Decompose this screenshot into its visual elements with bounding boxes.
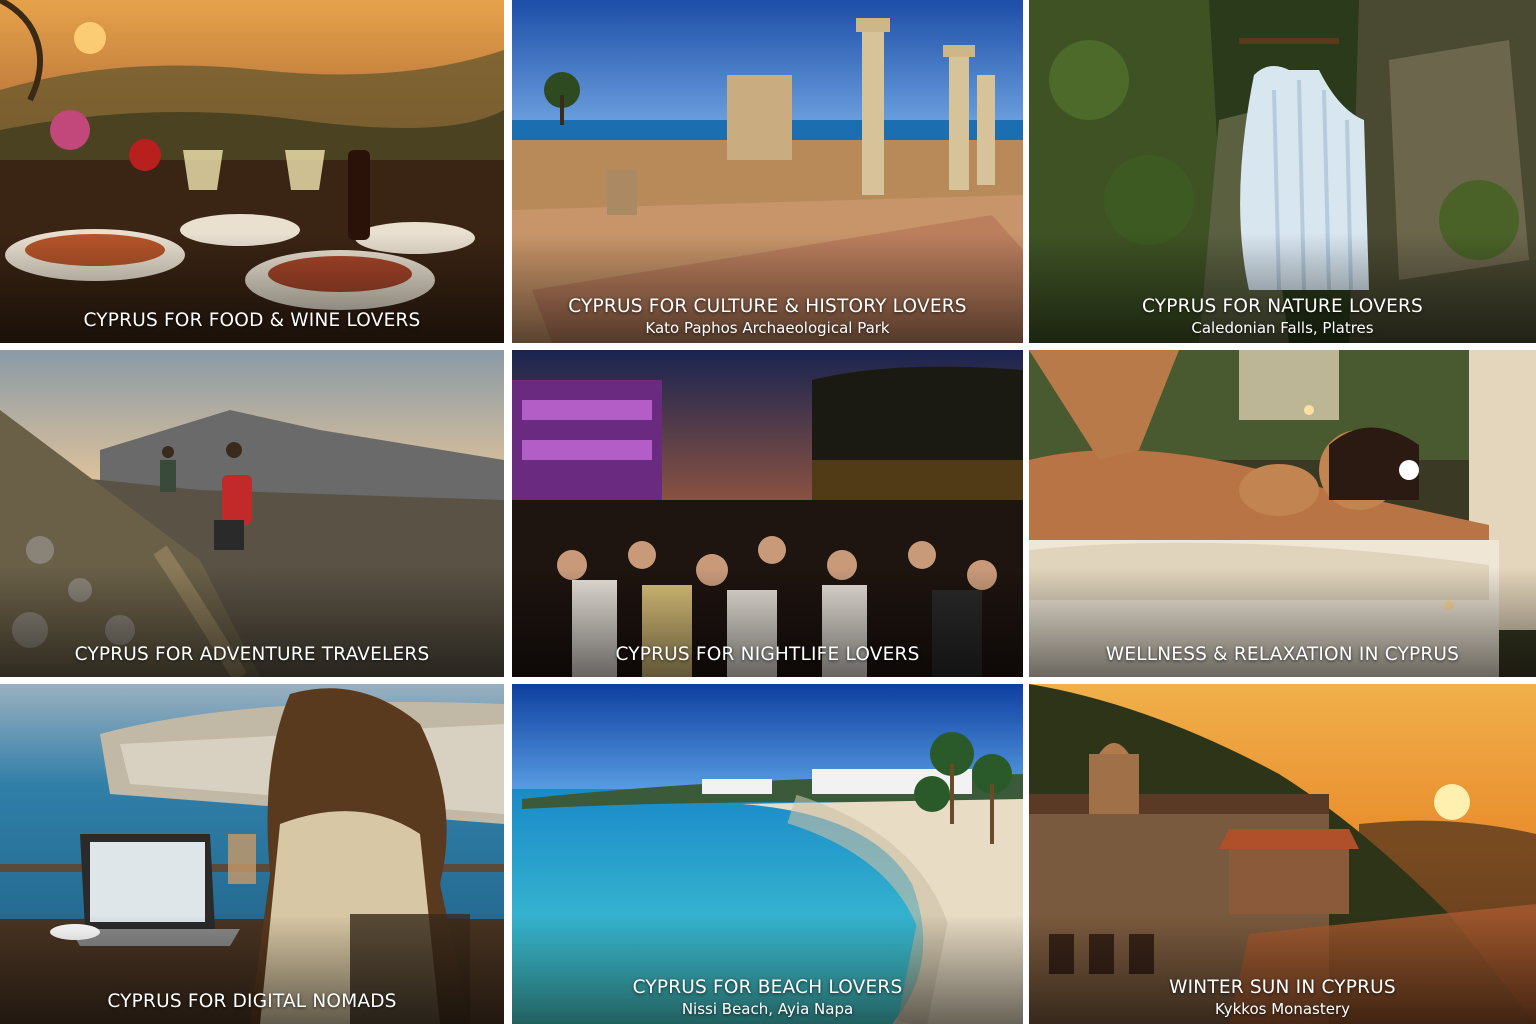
tile-food-wine[interactable]: CYPRUS FOR FOOD & WINE LOVERS (0, 0, 504, 343)
tile-subtitle: Nissi Beach, Ayia Napa (681, 1000, 854, 1018)
tile-culture-history[interactable]: CYPRUS FOR CULTURE & HISTORY LOVERS Kato… (512, 0, 1023, 343)
tile-caption: CYPRUS FOR NATURE LOVERS Caledonian Fall… (1029, 296, 1536, 337)
tile-subtitle: Caledonian Falls, Platres (1191, 319, 1374, 337)
tile-title: CYPRUS FOR ADVENTURE TRAVELERS (74, 644, 430, 665)
tile-title: CYPRUS FOR NIGHTLIFE LOVERS (615, 644, 920, 665)
tile-caption: CYPRUS FOR NIGHTLIFE LOVERS (512, 644, 1023, 665)
tile-nightlife[interactable]: CYPRUS FOR NIGHTLIFE LOVERS (512, 350, 1023, 677)
tile-title: CYPRUS FOR DIGITAL NOMADS (107, 991, 397, 1012)
tile-title: CYPRUS FOR FOOD & WINE LOVERS (83, 310, 421, 331)
tile-caption: CYPRUS FOR FOOD & WINE LOVERS (0, 310, 504, 331)
tile-beach[interactable]: CYPRUS FOR BEACH LOVERS Nissi Beach, Ayi… (512, 684, 1023, 1024)
tile-caption: CYPRUS FOR ADVENTURE TRAVELERS (0, 644, 504, 665)
tile-caption: CYPRUS FOR DIGITAL NOMADS (0, 991, 504, 1012)
tile-title: CYPRUS FOR BEACH LOVERS (632, 977, 903, 998)
tile-title: WELLNESS & RELAXATION IN CYPRUS (1105, 644, 1460, 665)
tile-subtitle: Kato Paphos Archaeological Park (645, 319, 890, 337)
tile-wellness[interactable]: WELLNESS & RELAXATION IN CYPRUS (1029, 350, 1536, 677)
tile-caption: CYPRUS FOR CULTURE & HISTORY LOVERS Kato… (512, 296, 1023, 337)
travel-collage: CYPRUS FOR FOOD & WINE LOVERS CYPRUS FOR… (0, 0, 1536, 1024)
tile-caption: WINTER SUN IN CYPRUS Kykkos Monastery (1029, 977, 1536, 1018)
tile-digital-nomads[interactable]: CYPRUS FOR DIGITAL NOMADS (0, 684, 504, 1024)
tile-nature[interactable]: CYPRUS FOR NATURE LOVERS Caledonian Fall… (1029, 0, 1536, 343)
tile-title: CYPRUS FOR NATURE LOVERS (1142, 296, 1423, 317)
tile-caption: CYPRUS FOR BEACH LOVERS Nissi Beach, Ayi… (512, 977, 1023, 1018)
tile-subtitle: Kykkos Monastery (1214, 1000, 1350, 1018)
tile-title: CYPRUS FOR CULTURE & HISTORY LOVERS (568, 296, 967, 317)
tile-caption: WELLNESS & RELAXATION IN CYPRUS (1029, 644, 1536, 665)
tile-title: WINTER SUN IN CYPRUS (1169, 977, 1396, 998)
tile-winter-sun[interactable]: WINTER SUN IN CYPRUS Kykkos Monastery (1029, 684, 1536, 1024)
tile-adventure[interactable]: CYPRUS FOR ADVENTURE TRAVELERS (0, 350, 504, 677)
